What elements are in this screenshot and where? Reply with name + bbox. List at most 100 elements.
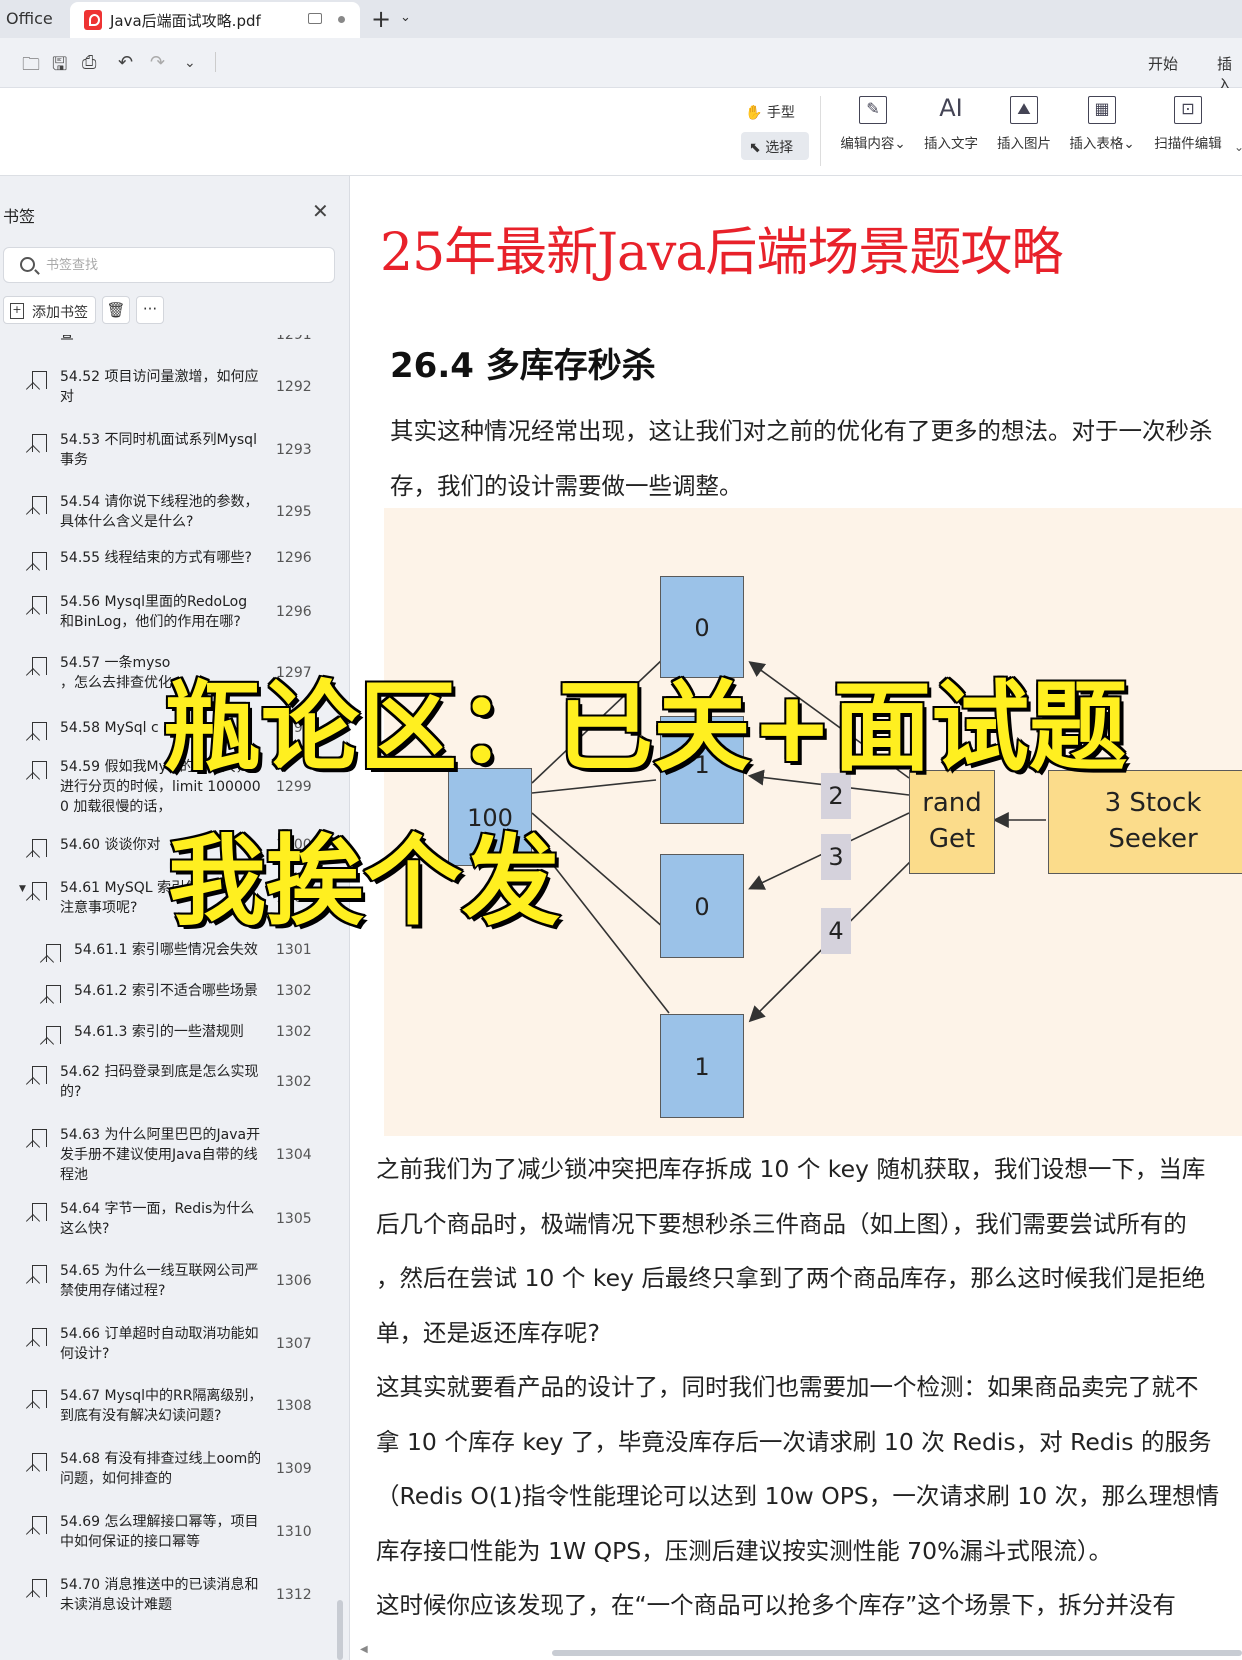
stock-box: 1 bbox=[660, 1014, 744, 1118]
new-tab-button[interactable]: + bbox=[371, 5, 391, 33]
bookmark-page-number: 1308 bbox=[276, 1398, 312, 1414]
add-bookmark-label: 添加书签 bbox=[32, 305, 88, 321]
scan-edit-button[interactable]: ⊡ 扫描件编辑 bbox=[1149, 96, 1227, 166]
save-icon[interactable]: 🖫 bbox=[52, 52, 67, 82]
table-icon: ▦ bbox=[1088, 96, 1116, 124]
edge-label: 4 bbox=[821, 908, 851, 954]
bookmark-label: 54.64 字节一面，Redis为什么 这么快? bbox=[60, 1201, 255, 1237]
bookmark-page-number: 1302 bbox=[276, 1024, 312, 1040]
bookmark-page-number: 1309 bbox=[276, 1461, 312, 1477]
bookmark-icon bbox=[32, 1203, 47, 1221]
add-bookmark-button[interactable]: + 添加书签 bbox=[3, 296, 96, 324]
print-icon[interactable]: ⎙ bbox=[82, 52, 96, 73]
pdf-reader-window: Office Java后端面试攻略.pdf + ⌄ 🗀 🖫 ⎙ ↶ ↷ ⌄ 开始… bbox=[0, 0, 1242, 1660]
ribbon-divider bbox=[820, 96, 821, 166]
tab-list-chevron-icon[interactable]: ⌄ bbox=[400, 10, 411, 25]
bookmark-icon bbox=[32, 1453, 47, 1471]
insert-text-icon: AI bbox=[939, 94, 963, 122]
bookmark-page-number: 1291 bbox=[276, 335, 312, 343]
bookmark-icon bbox=[46, 944, 61, 962]
bookmark-page-number: 1301 bbox=[276, 942, 312, 958]
bookmark-label: 54.54 请你说下线程池的参数， 具体什么含义是什么? bbox=[60, 494, 259, 530]
bookmark-page-number: 1295 bbox=[276, 504, 312, 520]
insert-table-button[interactable]: ▦ 插入表格⌄ bbox=[1066, 96, 1138, 166]
insert-image-button[interactable]: ⛰ 插入图片 bbox=[991, 96, 1057, 166]
hand-icon: ✋ bbox=[745, 105, 763, 121]
document-tab-title: Java后端面试攻略.pdf bbox=[110, 12, 261, 30]
bookmark-page-number: 1310 bbox=[276, 1524, 312, 1540]
more-icon: ··· bbox=[142, 300, 158, 318]
sidebar-scrollbar[interactable] bbox=[337, 1600, 343, 1660]
bookmark-search-input[interactable] bbox=[46, 254, 326, 276]
undo-icon[interactable]: ↶ bbox=[118, 52, 133, 73]
paragraph-line: 库存接口性能为 1W QPS，压测后建议按实测性能 70%漏斗式限流）。 bbox=[376, 1536, 1113, 1565]
ribbon-more-chevron-icon[interactable]: ⌄ bbox=[1234, 140, 1242, 154]
document-heading: 25年最新Java后端场景题攻略 bbox=[380, 223, 1063, 283]
insert-text-button[interactable]: AI 插入文字 bbox=[918, 96, 984, 166]
bookmark-label: 54.62 扫码登录到底是怎么实现 的? bbox=[60, 1064, 259, 1100]
bookmark-page-number: 1302 bbox=[276, 983, 312, 999]
bookmark-icon bbox=[32, 839, 47, 857]
paragraph-line: 存，我们的设计需要做一些调整。 bbox=[390, 472, 743, 500]
paragraph-line: 之前我们为了减少锁冲突把库存拆成 10 个 key 随机获取，我们设想一下，当库 bbox=[376, 1155, 1206, 1183]
bookmark-label: 54.69 怎么理解接口幂等，项目 中如何保证的接口幂等 bbox=[60, 1514, 259, 1550]
bookmark-icon bbox=[32, 1129, 47, 1147]
bookmark-panel-title: 书签 bbox=[3, 207, 36, 226]
close-icon[interactable]: ✕ bbox=[312, 199, 329, 223]
scroll-left-arrow-icon[interactable]: ◀ bbox=[360, 1644, 368, 1655]
bookmark-icon bbox=[32, 657, 47, 675]
bookmark-label: 54.56 Mysql里面的RedoLog 和BinLog，他们的作用在哪? bbox=[60, 594, 248, 630]
paragraph-line: 其实这种情况经常出现，这让我们对之前的优化有了更多的想法。对于一次秒杀 bbox=[390, 417, 1213, 445]
cursor-icon: ⬉ bbox=[749, 140, 761, 156]
bookmark-page-number: 1306 bbox=[276, 1273, 312, 1289]
bookmark-search-box bbox=[3, 247, 335, 283]
insert-image-label: 插入图片 bbox=[997, 136, 1051, 152]
bookmark-icon bbox=[32, 434, 47, 452]
pdf-file-icon bbox=[84, 10, 102, 30]
open-folder-icon[interactable]: 🗀 bbox=[22, 52, 40, 82]
document-tab[interactable]: Java后端面试攻略.pdf bbox=[70, 2, 360, 38]
bookmark-icon bbox=[32, 882, 47, 900]
expand-caret-icon[interactable]: ▼ bbox=[19, 884, 26, 894]
bookmark-label: 54.53 不同时机面试系列Mysql 事务 bbox=[60, 432, 257, 468]
edit-content-label: 编辑内容⌄ bbox=[840, 136, 906, 152]
rand-get-line: Get bbox=[928, 824, 976, 854]
bookmark-icon bbox=[32, 552, 47, 570]
redo-icon[interactable]: ↷ bbox=[150, 52, 165, 73]
bookmark-label: 54.61.2 索引不适合哪些场景 bbox=[74, 983, 258, 999]
paragraph-line: 拿 10 个库存 key 了，毕竟没库存后一次请求刷 10 次 Redis，对 … bbox=[376, 1427, 1212, 1456]
scan-edit-label: 扫描件编辑 bbox=[1154, 136, 1222, 152]
bookmark-page-number: 1302 bbox=[276, 1074, 312, 1090]
bookmark-label: 54.67 Mysql中的RR隔离级别， 到底有没有解决幻读问题? bbox=[60, 1388, 260, 1424]
delete-bookmark-button[interactable]: 🗑 bbox=[102, 296, 130, 324]
bookmark-icon bbox=[32, 1265, 47, 1283]
bookmark-icon bbox=[32, 761, 47, 779]
bookmark-icon bbox=[32, 1328, 47, 1346]
office-tab[interactable]: Office bbox=[6, 9, 53, 28]
paragraph-line: 这时候你应该发现了，在“一个商品可以抢多个库存”这个场景下，拆分并没有 bbox=[376, 1591, 1176, 1619]
hand-tool-label: 手型 bbox=[766, 105, 795, 121]
menu-start[interactable]: 开始 bbox=[1148, 53, 1178, 74]
bookmark-page-number: 1296 bbox=[276, 550, 312, 566]
edit-content-button[interactable]: ✎ 编辑内容⌄ bbox=[834, 96, 912, 166]
more-options-button[interactable]: ··· bbox=[136, 296, 164, 324]
bookmark-icon bbox=[32, 596, 47, 614]
bookmark-page-number: 1307 bbox=[276, 1336, 312, 1352]
horizontal-scrollbar[interactable] bbox=[552, 1650, 1242, 1656]
bookmark-label: 54.70 消息推送中的已读消息和 未读消息设计难题 bbox=[60, 1577, 259, 1613]
toolbar-divider bbox=[215, 52, 216, 72]
paragraph-line: （Redis O(1)指令性能理论可以达到 10w OPS，一次请求刷 10 次… bbox=[376, 1482, 1220, 1510]
add-bookmark-icon: + bbox=[10, 303, 24, 319]
unsaved-dot-icon[interactable] bbox=[338, 16, 345, 23]
customize-chevron-icon[interactable]: ⌄ bbox=[184, 55, 196, 71]
hand-tool-button[interactable]: ✋ 手型 bbox=[745, 102, 795, 122]
bookmark-icon bbox=[32, 371, 47, 389]
edit-content-icon: ✎ bbox=[859, 96, 887, 124]
scan-edit-icon: ⊡ bbox=[1174, 96, 1202, 124]
bookmark-page-number: 1292 bbox=[276, 379, 312, 395]
select-tool-button[interactable]: ⬉ 选择 bbox=[741, 132, 809, 160]
bookmark-page-number: 1304 bbox=[276, 1147, 312, 1163]
stock-seeker-line: Seeker bbox=[1108, 824, 1198, 854]
overlay-caption-line1: 瓶论区：已关+面试题 bbox=[161, 670, 1128, 787]
monitor-icon[interactable] bbox=[308, 13, 322, 24]
